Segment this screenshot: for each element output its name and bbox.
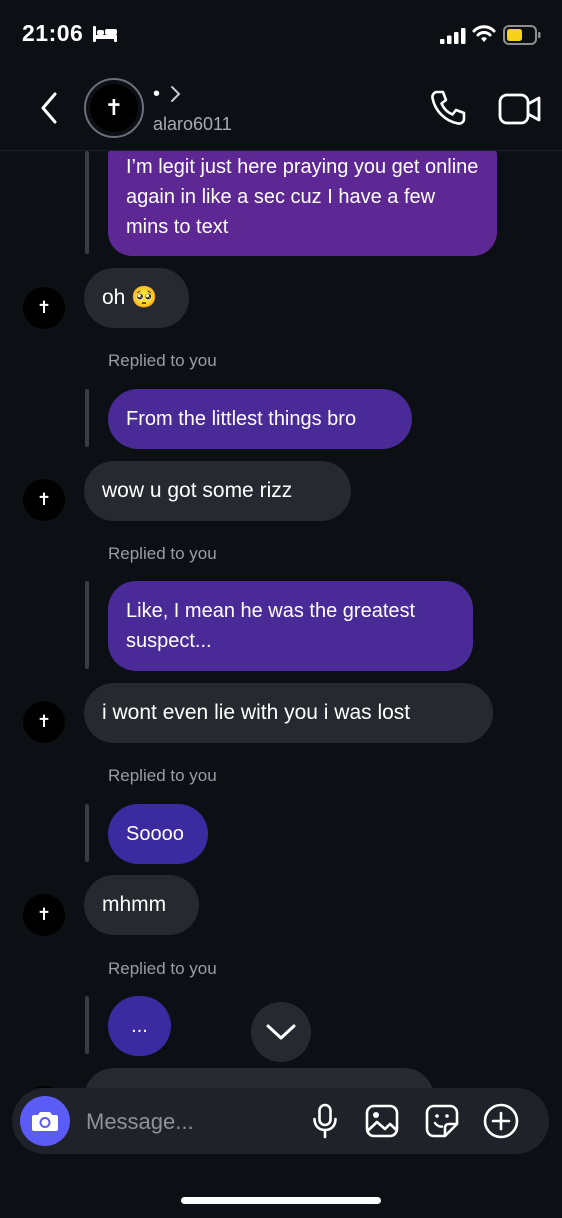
- incoming-message[interactable]: oh 🥺: [84, 268, 189, 328]
- camera-icon: [32, 1112, 58, 1131]
- incoming-message[interactable]: i wont even lie with you i was lost: [84, 683, 493, 743]
- status-bar: 21:06: [0, 0, 562, 70]
- chat-header: ✝ • alaro6011: [0, 70, 562, 151]
- reply-label: Replied to you: [108, 959, 217, 978]
- incoming-message[interactable]: mhmm: [84, 875, 199, 935]
- cross-icon: ✝: [36, 712, 52, 732]
- message-thread[interactable]: I’m legit just here praying you get onli…: [0, 151, 562, 1088]
- voice-message-button[interactable]: [306, 1102, 344, 1140]
- contact-avatar-small[interactable]: ✝: [23, 479, 65, 521]
- incoming-message[interactable]: ain't worrying about kinds of: [84, 1068, 434, 1088]
- voice-call-button[interactable]: [428, 88, 468, 128]
- reply-label: Replied to you: [108, 766, 217, 785]
- cross-icon: ✝: [36, 298, 52, 318]
- microphone-icon: [313, 1103, 337, 1139]
- contact-avatar-small[interactable]: ✝: [23, 701, 65, 743]
- bed-icon: [93, 26, 117, 42]
- cross-icon: ✝: [36, 905, 52, 925]
- chevron-right-icon: [171, 86, 181, 102]
- outgoing-message[interactable]: I’m legit just here praying you get onli…: [108, 151, 497, 256]
- outgoing-message[interactable]: ...: [108, 996, 171, 1056]
- outgoing-message[interactable]: From the littlest things bro: [108, 389, 412, 449]
- image-icon: [365, 1104, 399, 1138]
- message-composer: [12, 1088, 549, 1154]
- reply-indicator: [85, 996, 89, 1054]
- contact-avatar-small[interactable]: ✝: [23, 894, 65, 936]
- phone-icon: [431, 90, 466, 125]
- battery-icon: [503, 25, 541, 45]
- video-call-button[interactable]: [498, 90, 542, 128]
- sticker-button[interactable]: [423, 1102, 461, 1140]
- message-input[interactable]: [84, 1101, 288, 1143]
- reply-label: Replied to you: [108, 351, 217, 370]
- cross-icon: ✝: [104, 95, 124, 121]
- contact-name-row[interactable]: •: [153, 84, 182, 104]
- contact-name: •: [153, 83, 161, 105]
- reply-label: Replied to you: [108, 544, 217, 563]
- status-time: 21:06: [22, 20, 84, 46]
- outgoing-message[interactable]: Like, I mean he was the greatest suspect…: [108, 581, 473, 671]
- incoming-message[interactable]: wow u got some rizz: [84, 461, 351, 521]
- back-button[interactable]: [32, 88, 66, 128]
- signal-icon: [440, 28, 466, 44]
- contact-avatar-small[interactable]: ✝: [23, 287, 65, 329]
- gallery-button[interactable]: [363, 1102, 401, 1140]
- scroll-to-bottom-button[interactable]: [251, 1002, 311, 1062]
- reply-indicator: [85, 581, 89, 669]
- more-options-button[interactable]: [482, 1102, 520, 1140]
- reply-indicator: [85, 151, 89, 254]
- back-icon: [41, 92, 57, 124]
- reply-indicator: [85, 389, 89, 447]
- plus-icon: [483, 1103, 519, 1139]
- cross-icon: ✝: [36, 490, 52, 510]
- home-indicator[interactable]: [181, 1197, 381, 1204]
- outgoing-message[interactable]: Soooo: [108, 804, 208, 864]
- chevron-down-icon: [266, 1024, 296, 1040]
- camera-button[interactable]: [20, 1096, 70, 1146]
- reply-indicator: [85, 804, 89, 862]
- contact-avatar[interactable]: ✝: [84, 78, 144, 138]
- video-camera-icon: [498, 93, 541, 125]
- contact-username: alaro6011: [153, 114, 232, 134]
- wifi-icon: [472, 25, 496, 42]
- sticker-icon: [425, 1104, 459, 1138]
